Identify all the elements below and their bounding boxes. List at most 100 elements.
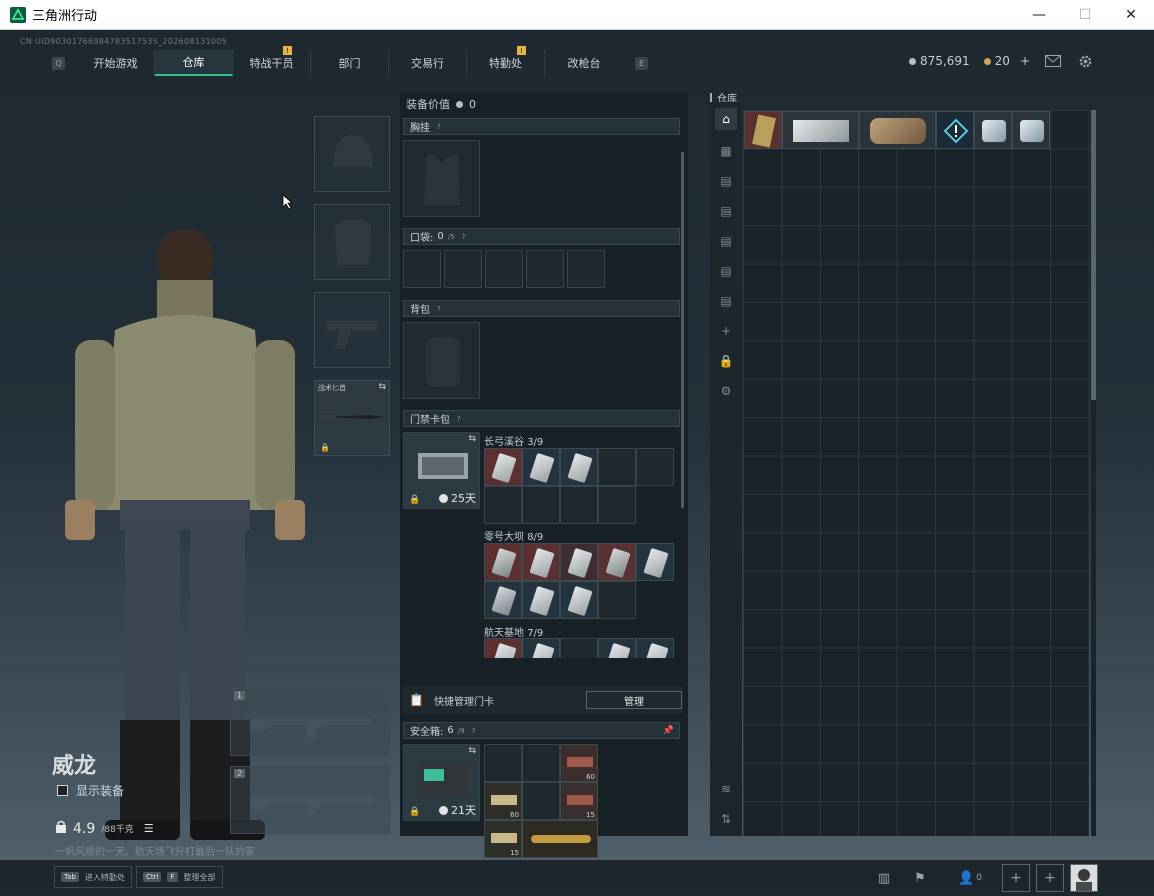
empty-slot[interactable] <box>522 782 560 820</box>
keycard-item[interactable] <box>560 581 598 619</box>
keycard-item[interactable] <box>522 581 560 619</box>
pocket-slot[interactable] <box>526 250 564 288</box>
pin-icon[interactable]: 📌 <box>663 726 674 736</box>
tab-start-game[interactable]: 开始游戏 <box>77 50 155 76</box>
help-icon[interactable]: ? <box>462 233 466 241</box>
pocket-slot[interactable] <box>444 250 482 288</box>
keycard-item[interactable] <box>598 638 636 658</box>
ammo-item[interactable]: 15 <box>560 782 598 820</box>
scroll-indicator[interactable] <box>681 152 684 508</box>
tab-department[interactable]: 部门 <box>311 50 389 76</box>
backpack-slot[interactable] <box>403 322 480 399</box>
storage-tab-2-icon[interactable]: ▤ <box>715 170 737 192</box>
gold-chain-item[interactable] <box>522 820 598 858</box>
maximize-button[interactable]: ☐ <box>1062 0 1108 29</box>
empty-slot[interactable] <box>522 744 560 782</box>
minimize-button[interactable]: — <box>1016 0 1062 29</box>
help-icon[interactable]: ? <box>437 123 441 131</box>
sort-all-hint[interactable]: Ctrl F 整理全部 <box>136 866 223 888</box>
help-icon[interactable]: ? <box>457 415 461 423</box>
keycard-item[interactable] <box>522 543 560 581</box>
swap-icon[interactable]: ⇆ <box>468 434 476 444</box>
helmet-slot[interactable] <box>314 116 390 192</box>
tab-trade[interactable]: 交易行 <box>389 50 467 76</box>
keycard-item[interactable] <box>522 638 560 658</box>
storage-tab-1-icon[interactable]: ▦ <box>715 140 737 162</box>
keycard-item[interactable] <box>484 638 522 658</box>
pocket-slot[interactable] <box>485 250 523 288</box>
gold-currency[interactable]: 20 + <box>983 54 1030 68</box>
ammo-item[interactable]: 15 <box>484 820 522 858</box>
keycard-case-slot[interactable]: ⇆ 🔒 25天 <box>403 432 480 509</box>
add-gold-icon[interactable]: + <box>1020 54 1030 68</box>
melee-slot[interactable]: 战术匕首 ⇆ 🔒 <box>314 380 390 456</box>
primary-weapon-slot[interactable]: 1 <box>230 688 390 756</box>
list-icon[interactable]: ☰ <box>144 822 154 835</box>
keycard-item[interactable] <box>598 543 636 581</box>
secondary-weapon-slot[interactable]: 2 <box>230 766 390 834</box>
layers-icon[interactable]: ≋ <box>715 778 737 800</box>
keycard-item[interactable] <box>636 543 674 581</box>
keycard-item[interactable] <box>484 448 522 486</box>
keycard-item[interactable] <box>636 638 674 658</box>
empty-slot[interactable] <box>522 486 560 524</box>
armor-slot[interactable] <box>314 204 390 280</box>
storage-item-silver-bar[interactable] <box>782 111 859 149</box>
storage-tab-6-icon[interactable]: ▤ <box>715 290 737 312</box>
storage-item-alert[interactable] <box>936 111 974 149</box>
swap-icon[interactable]: ⇆ <box>378 382 386 392</box>
storage-tab-4-icon[interactable]: ▤ <box>715 230 737 252</box>
invite-slot-2[interactable]: + <box>1036 864 1064 892</box>
storage-item-map[interactable] <box>744 111 782 149</box>
empty-slot[interactable] <box>484 744 522 782</box>
tab-special-ops[interactable]: 特勤处! <box>467 46 545 76</box>
swap-icon[interactable]: ⇆ <box>468 746 476 756</box>
empty-slot[interactable] <box>636 448 674 486</box>
keycard-item[interactable] <box>484 543 522 581</box>
storage-scrollbar[interactable] <box>1091 110 1096 836</box>
storage-item-bag[interactable] <box>859 111 936 149</box>
keycard-item[interactable] <box>560 448 598 486</box>
help-icon[interactable]: ? <box>437 305 441 313</box>
add-tab-icon[interactable]: + <box>715 320 737 342</box>
scroll-thumb[interactable] <box>1091 110 1096 400</box>
tab-gunsmith[interactable]: 改枪台 <box>545 50 623 76</box>
invite-slot-1[interactable]: + <box>1002 864 1030 892</box>
empty-slot[interactable] <box>560 486 598 524</box>
ammo-item[interactable]: 60 <box>560 744 598 782</box>
storage-tab-5-icon[interactable]: ▤ <box>715 260 737 282</box>
storage-item-can[interactable] <box>974 111 1012 149</box>
keycard-item[interactable] <box>560 543 598 581</box>
storage-tab-3-icon[interactable]: ▤ <box>715 200 737 222</box>
help-icon[interactable]: ? <box>472 727 476 735</box>
sort-icon[interactable]: ⇅ <box>715 808 737 830</box>
lock-tab-icon[interactable]: 🔒 <box>715 350 737 372</box>
empty-slot[interactable] <box>484 486 522 524</box>
checkbox[interactable] <box>57 785 68 796</box>
pocket-slot[interactable] <box>403 250 441 288</box>
storage-item-can[interactable] <box>1012 111 1050 149</box>
storage-grid[interactable] <box>743 110 1089 836</box>
empty-slot[interactable] <box>598 448 636 486</box>
pistol-slot[interactable] <box>314 292 390 368</box>
settings-tab-icon[interactable]: ⚙ <box>715 380 737 402</box>
settings-gear-icon[interactable] <box>1076 54 1094 68</box>
empty-slot[interactable] <box>560 638 598 658</box>
chest-rig-slot[interactable] <box>403 140 480 217</box>
player-avatar[interactable] <box>1070 864 1098 892</box>
show-equipment-toggle[interactable]: 显示装备 <box>57 782 124 799</box>
ammo-item[interactable]: 60 <box>484 782 522 820</box>
mail-icon[interactable] <box>1044 54 1062 68</box>
empty-slot[interactable] <box>598 486 636 524</box>
keycard-item[interactable] <box>522 448 560 486</box>
safebox-slot[interactable]: ⇆ 🔒 21天 <box>403 744 480 821</box>
close-button[interactable]: ✕ <box>1108 0 1154 29</box>
friends-icon[interactable]: 👤 0 <box>950 867 990 889</box>
tab-warehouse[interactable]: 仓库 <box>155 50 233 76</box>
manage-button[interactable]: 管理 <box>586 691 682 709</box>
tab-operators[interactable]: 特战干员! <box>233 46 311 76</box>
storage-home-icon[interactable]: ⌂ <box>715 108 737 130</box>
flag-icon[interactable]: ⚑ <box>906 867 934 889</box>
keycard-item[interactable] <box>484 581 522 619</box>
empty-slot[interactable] <box>598 581 636 619</box>
